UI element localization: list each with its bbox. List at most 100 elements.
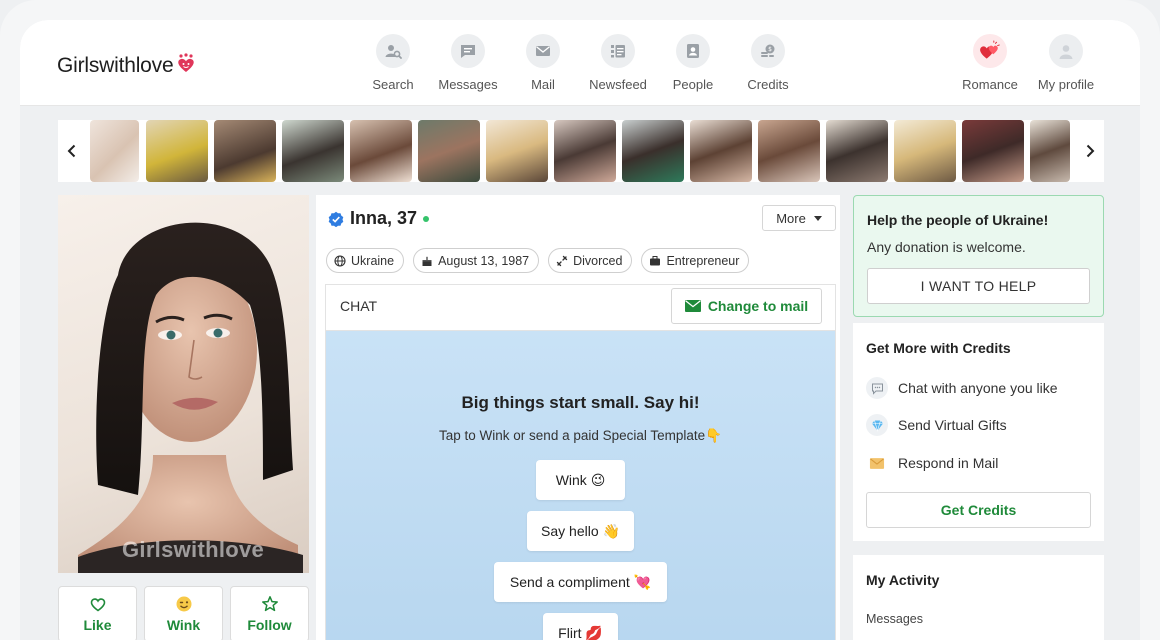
carousel-thumbnail[interactable] xyxy=(962,120,1024,182)
ukraine-donation-card: Help the people of Ukraine! Any donation… xyxy=(853,195,1104,317)
broken-link-icon xyxy=(556,255,568,266)
more-label: More xyxy=(776,210,806,226)
activity-title: My Activity xyxy=(866,572,940,588)
follow-label: Follow xyxy=(247,617,292,633)
donation-subtitle: Any donation is welcome. xyxy=(867,239,1026,255)
carousel-thumbnail[interactable] xyxy=(486,120,548,182)
nav-my-profile[interactable]: My profile xyxy=(1026,34,1106,92)
credits-item-gifts: Send Virtual Gifts xyxy=(866,414,1007,436)
carousel-thumbnail[interactable] xyxy=(282,120,344,182)
chip-country: Ukraine xyxy=(326,248,405,273)
wink-button[interactable]: Wink xyxy=(144,586,223,640)
chip-marital-status: Divorced xyxy=(548,248,633,273)
carousel-thumbnail[interactable] xyxy=(758,120,820,182)
like-label: Like xyxy=(83,617,112,633)
nav-label: Messages xyxy=(438,77,498,92)
newsfeed-icon xyxy=(601,34,635,68)
briefcase-icon xyxy=(650,255,661,265)
wink-emoji-icon xyxy=(176,596,191,612)
chevron-left-icon xyxy=(67,144,76,158)
app-window: Girlswithlove Search Messages Mail Newsf… xyxy=(20,20,1140,640)
nav-messages[interactable]: Messages xyxy=(428,34,508,92)
chat-heading: Big things start small. Say hi! xyxy=(461,393,700,412)
carousel-thumbnail[interactable] xyxy=(690,120,752,182)
credits-item-mail: Respond in Mail xyxy=(866,452,998,474)
nav-newsfeed[interactable]: Newsfeed xyxy=(578,34,658,92)
my-activity-card: My Activity Messages xyxy=(853,555,1104,640)
nav-credits[interactable]: $ Credits xyxy=(728,34,808,92)
people-card-icon xyxy=(676,34,710,68)
carousel-thumbnail[interactable] xyxy=(1030,120,1070,182)
envelope-icon xyxy=(866,452,888,474)
nav-label: My profile xyxy=(1037,77,1095,92)
photo-watermark: Girlswithlove xyxy=(122,537,265,562)
chat-bubble-icon xyxy=(451,34,485,68)
chip-label: Entrepreneur xyxy=(666,253,740,268)
verified-badge-icon xyxy=(328,211,344,227)
send-compliment-option-button[interactable]: Send a compliment 💘 xyxy=(494,562,667,602)
nav-people[interactable]: People xyxy=(653,34,733,92)
carousel-thumbnail[interactable] xyxy=(418,120,480,182)
profile-panel: Inna, 37 More Ukraine August 13, 1987 Di… xyxy=(316,195,840,640)
envelope-icon xyxy=(684,300,701,312)
carousel-thumbnail[interactable] xyxy=(90,120,139,182)
nav-romance[interactable]: Romance xyxy=(950,34,1030,92)
donation-title: Help the people of Ukraine! xyxy=(867,212,1049,228)
chip-birthday: August 13, 1987 xyxy=(413,248,540,273)
nav-mail[interactable]: Mail xyxy=(503,34,583,92)
cake-icon xyxy=(422,256,432,266)
carousel-thumbnail[interactable] xyxy=(554,120,616,182)
carousel-prev-button[interactable] xyxy=(58,120,86,182)
chip-label: Divorced xyxy=(573,253,623,268)
activity-item-messages[interactable]: Messages xyxy=(866,612,923,626)
nav-label: Newsfeed xyxy=(589,77,647,92)
logo-text: Girlswithlove xyxy=(57,54,174,77)
say-hello-option-button[interactable]: Say hello 👋 xyxy=(527,511,634,551)
nav-search[interactable]: Search xyxy=(353,34,433,92)
change-to-mail-label: Change to mail xyxy=(707,298,809,314)
carousel-thumbnail[interactable] xyxy=(350,120,412,182)
coins-icon: $ xyxy=(751,34,785,68)
main-profile-photo[interactable]: Girlswithlove xyxy=(58,195,309,573)
get-credits-button[interactable]: Get Credits xyxy=(866,492,1091,528)
chip-label: Ukraine xyxy=(351,253,395,268)
profile-carousel xyxy=(58,120,1104,182)
flirt-option-button[interactable]: Flirt 💋 xyxy=(543,613,618,640)
profile-name: Inna, 37 xyxy=(350,208,418,228)
carousel-track xyxy=(90,120,1070,182)
nav-label: Mail xyxy=(531,77,555,92)
logo[interactable]: Girlswithlove xyxy=(57,53,196,78)
more-menu-button[interactable]: More xyxy=(762,205,836,231)
want-to-help-button[interactable]: I WANT TO HELP xyxy=(867,268,1090,304)
top-header: Girlswithlove Search Messages Mail Newsf… xyxy=(20,20,1140,106)
speech-bubble-icon xyxy=(866,377,888,399)
chat-panel: CHAT Change to mail Big things start sma… xyxy=(325,284,836,640)
credits-card: Get More with Credits Chat with anyone y… xyxy=(853,323,1104,541)
nav-label: People xyxy=(672,77,714,92)
profile-info-chips: Ukraine August 13, 1987 Divorced Entrepr… xyxy=(326,248,750,273)
chat-title: CHAT xyxy=(340,298,378,314)
nav-label: Search xyxy=(372,77,414,92)
carousel-thumbnail[interactable] xyxy=(214,120,276,182)
svg-text:$: $ xyxy=(768,46,772,53)
credits-item-label: Chat with anyone you like xyxy=(898,380,1058,396)
carousel-thumbnail[interactable] xyxy=(146,120,208,182)
credits-item-label: Respond in Mail xyxy=(898,455,999,471)
carousel-next-button[interactable] xyxy=(1076,120,1104,182)
change-to-mail-button[interactable]: Change to mail xyxy=(671,288,822,324)
chip-label: August 13, 1987 xyxy=(438,253,530,268)
hearts-icon xyxy=(973,34,1007,68)
credits-title: Get More with Credits xyxy=(866,340,1011,356)
online-status-dot xyxy=(423,216,429,222)
chat-conversation-area: Big things start small. Say hi! Tap to W… xyxy=(326,331,835,640)
like-button[interactable]: Like xyxy=(58,586,137,640)
chevron-right-icon xyxy=(1086,144,1095,158)
diamond-icon xyxy=(866,414,888,436)
follow-button[interactable]: Follow xyxy=(230,586,309,640)
carousel-thumbnail[interactable] xyxy=(826,120,888,182)
carousel-thumbnail[interactable] xyxy=(622,120,684,182)
wink-label: Wink xyxy=(166,617,201,633)
carousel-thumbnail[interactable] xyxy=(894,120,956,182)
search-user-icon xyxy=(376,34,410,68)
wink-option-button[interactable]: Wink 😉 xyxy=(536,460,625,500)
